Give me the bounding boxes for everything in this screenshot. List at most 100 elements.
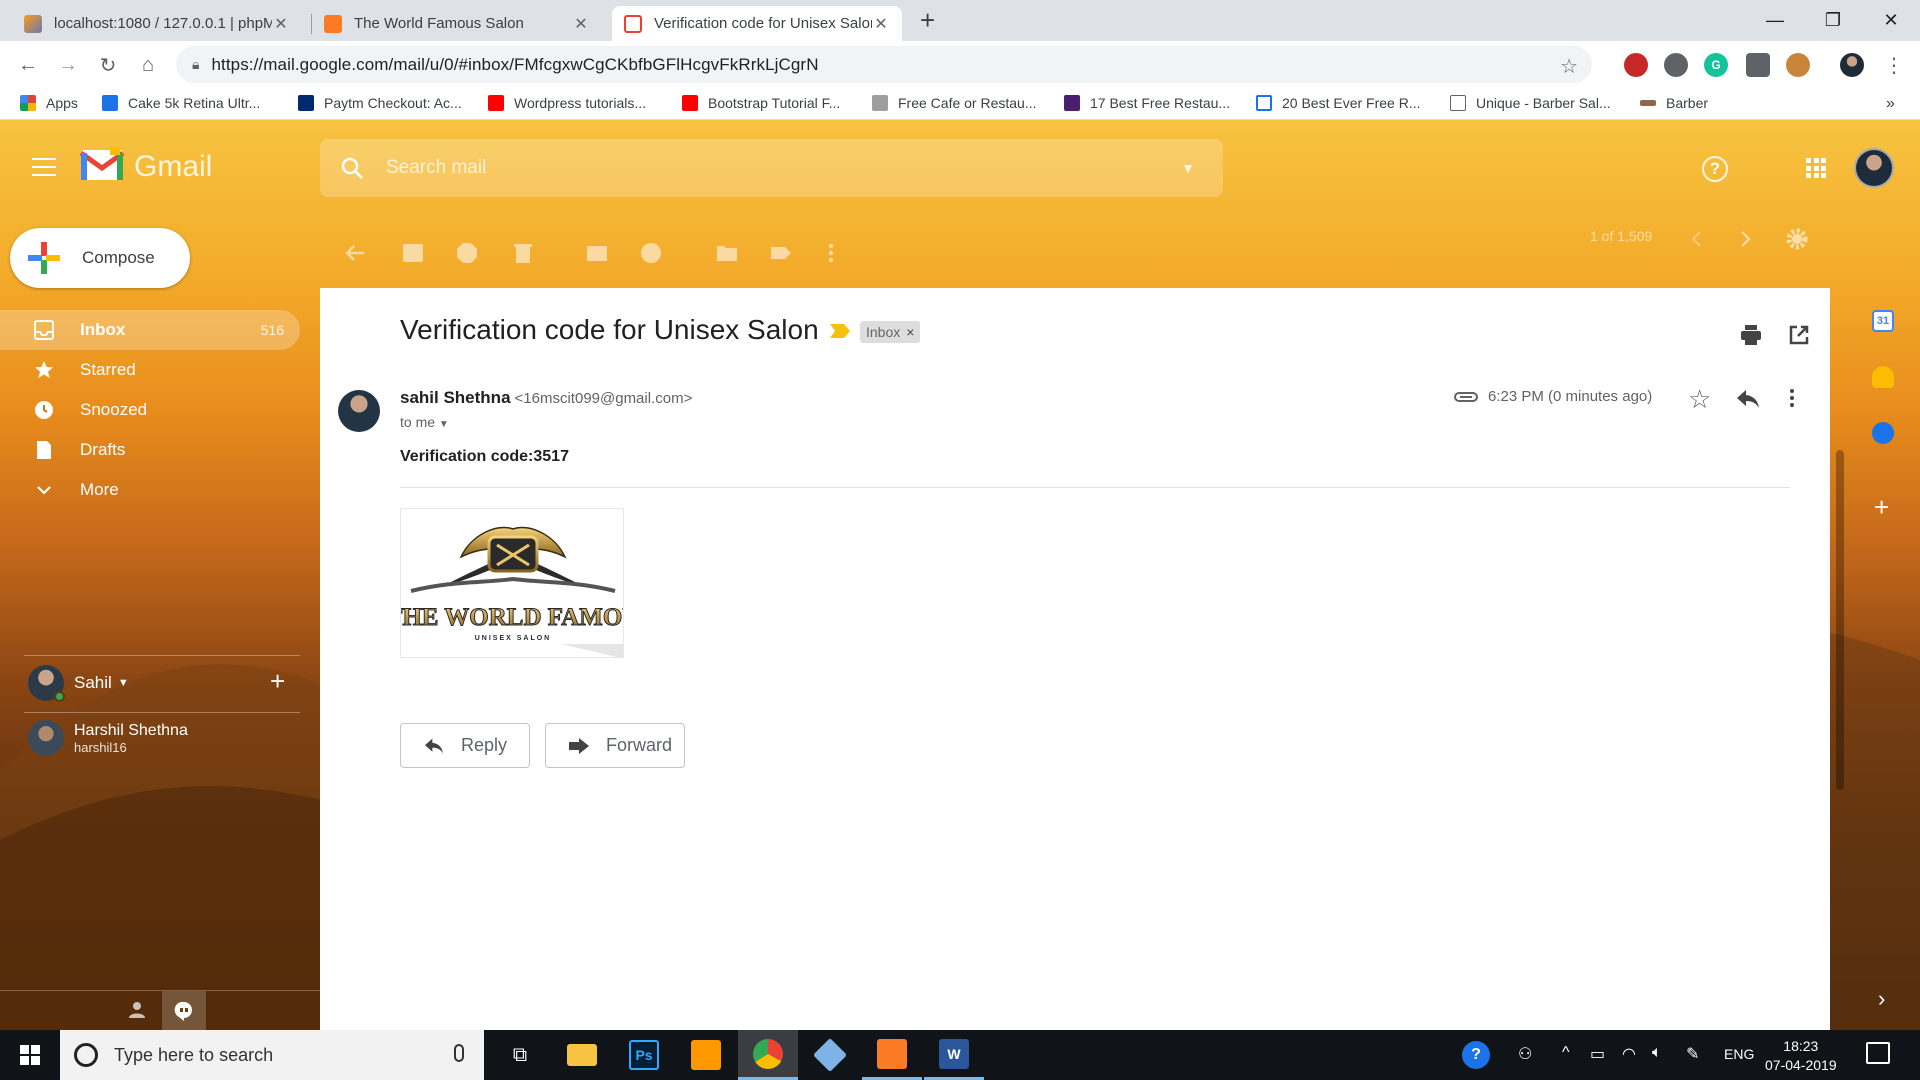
bookmark-apps[interactable]: Apps <box>20 95 78 111</box>
action-center-icon[interactable] <box>1866 1042 1890 1064</box>
bookmark-item[interactable]: Barber <box>1640 95 1708 111</box>
bookmark-item[interactable]: Paytm Checkout: Ac... <box>298 95 462 111</box>
volume-icon[interactable]: 🔈︎ <box>1652 1044 1662 1062</box>
search-input[interactable] <box>386 157 1182 179</box>
taskbar-search-input[interactable] <box>114 1044 434 1066</box>
bookmark-item[interactable]: Free Cafe or Restau... <box>872 95 1037 111</box>
taskbar-search[interactable] <box>60 1030 484 1080</box>
delete-icon[interactable] <box>512 242 534 264</box>
bookmarks-overflow-icon[interactable]: » <box>1886 95 1895 113</box>
tray-overflow-icon[interactable]: ^ <box>1562 1044 1570 1062</box>
chrome-menu-icon[interactable]: ⋮ <box>1880 51 1908 79</box>
label-chip-inbox[interactable]: Inbox × <box>860 321 921 343</box>
tab-world-famous-salon[interactable]: The World Famous Salon ✕ <box>312 6 602 41</box>
settings-gear-icon[interactable] <box>1786 228 1808 250</box>
star-message-icon[interactable]: ☆ <box>1688 384 1711 415</box>
wifi-icon[interactable]: ◠ <box>1622 1044 1636 1064</box>
maximize-button[interactable]: ❐ <box>1804 0 1862 40</box>
sublime-text-icon[interactable] <box>676 1030 736 1080</box>
close-window-button[interactable]: ✕ <box>1862 0 1920 40</box>
nav-starred[interactable]: Starred <box>0 350 300 390</box>
recipient-details[interactable]: to me ▼ <box>400 414 449 430</box>
older-icon[interactable] <box>1740 230 1752 248</box>
xampp-taskbar-icon[interactable] <box>862 1030 922 1080</box>
bookmark-item[interactable]: 20 Best Ever Free R... <box>1256 95 1421 111</box>
grammarly-extension-icon[interactable]: G <box>1704 53 1728 77</box>
label-icon[interactable] <box>770 242 792 264</box>
nav-inbox[interactable]: Inbox 516 <box>0 310 300 350</box>
new-chat-button[interactable]: + <box>270 668 285 694</box>
microphone-icon[interactable] <box>454 1044 464 1062</box>
chrome-profile-avatar[interactable] <box>1840 53 1864 77</box>
hangouts-user[interactable]: Sahil ▼ <box>28 665 129 702</box>
keep-icon[interactable] <box>1872 366 1894 388</box>
shield-extension-icon[interactable] <box>1624 53 1648 77</box>
move-to-icon[interactable] <box>716 242 738 264</box>
importance-marker-icon[interactable] <box>830 324 850 338</box>
more-actions-icon[interactable] <box>828 242 834 264</box>
get-addons-icon[interactable]: + <box>1874 492 1889 523</box>
forward-button[interactable]: → <box>54 51 82 79</box>
mark-unread-icon[interactable] <box>586 242 608 264</box>
attachment-image[interactable]: THE WORLD FAMOU UNISEX SALON <box>400 508 624 658</box>
pen-icon[interactable]: ✎ <box>1686 1044 1699 1064</box>
tasks-icon[interactable] <box>1872 422 1894 444</box>
nav-snoozed[interactable]: Snoozed <box>0 390 300 430</box>
person-icon[interactable] <box>128 1001 146 1019</box>
task-view-icon[interactable]: ⧉ <box>490 1030 550 1080</box>
google-apps-icon[interactable] <box>1806 158 1826 178</box>
back-button[interactable]: ← <box>14 51 42 79</box>
bookmark-item[interactable]: Wordpress tutorials... <box>488 95 646 111</box>
report-spam-icon[interactable] <box>456 242 478 264</box>
compose-button[interactable]: Compose <box>10 228 190 288</box>
reply-button[interactable]: Reply <box>400 723 530 768</box>
bookmark-item[interactable]: Unique - Barber Sal... <box>1450 95 1611 111</box>
windows-start-icon[interactable] <box>20 1045 40 1065</box>
reload-button[interactable]: ↻ <box>94 51 122 79</box>
hangouts-contact[interactable]: Harshil Shethna harshil16 <box>28 720 188 756</box>
extension-icon[interactable] <box>1746 53 1770 77</box>
file-explorer-icon[interactable] <box>552 1030 612 1080</box>
chrome-taskbar-icon[interactable] <box>738 1030 798 1080</box>
bookmark-star-icon[interactable]: ☆ <box>1560 54 1578 79</box>
forward-button[interactable]: Forward <box>545 723 685 768</box>
more-options-icon[interactable] <box>1790 388 1794 408</box>
show-side-panel-icon[interactable]: › <box>1878 986 1885 1012</box>
minimize-button[interactable]: — <box>1746 0 1804 40</box>
search-options-icon[interactable]: ▼ <box>1181 160 1195 176</box>
new-tab-button[interactable]: + <box>920 7 935 33</box>
account-avatar[interactable] <box>1854 148 1894 188</box>
address-bar[interactable]: 🔒︎ https://mail.google.com/mail/u/0/#inb… <box>176 46 1592 83</box>
remove-label-icon[interactable]: × <box>906 324 914 340</box>
print-icon[interactable] <box>1740 324 1762 346</box>
tab-gmail-verification[interactable]: Verification code for Unisex Salon ✕ <box>612 6 902 41</box>
archive-icon[interactable] <box>402 242 424 264</box>
cookie-extension-icon[interactable] <box>1786 53 1810 77</box>
calendar-icon[interactable]: 31 <box>1872 310 1894 332</box>
bookmark-item[interactable]: Cake 5k Retina Ultr... <box>102 95 260 111</box>
main-menu-icon[interactable] <box>32 158 56 176</box>
close-tab-icon[interactable]: ✕ <box>872 14 890 34</box>
close-tab-icon[interactable]: ✕ <box>572 14 590 34</box>
reply-icon[interactable] <box>1736 388 1760 410</box>
word-icon[interactable]: W <box>924 1030 984 1080</box>
message-scrollbar[interactable] <box>1836 450 1844 790</box>
snooze-icon[interactable] <box>640 242 662 264</box>
battery-icon[interactable]: ▭ <box>1590 1044 1605 1064</box>
help-icon[interactable]: ? <box>1702 156 1728 182</box>
eyedropper-extension-icon[interactable] <box>1664 53 1688 77</box>
open-new-window-icon[interactable] <box>1788 324 1810 346</box>
help-tray-icon[interactable]: ? <box>1462 1041 1490 1069</box>
tab-phpmyadmin[interactable]: localhost:1080 / 127.0.0.1 | phpMyAdmin … <box>12 6 302 41</box>
virtualbox-icon[interactable] <box>800 1030 860 1080</box>
bookmark-item[interactable]: 17 Best Free Restau... <box>1064 95 1230 111</box>
photoshop-icon[interactable]: Ps <box>614 1030 674 1080</box>
search-bar[interactable]: ▼ <box>320 139 1223 197</box>
people-icon[interactable]: ⚇ <box>1518 1044 1532 1064</box>
home-button[interactable]: ⌂ <box>134 51 162 79</box>
newer-icon[interactable] <box>1690 230 1702 248</box>
language-indicator[interactable]: ENG <box>1724 1046 1754 1062</box>
bookmark-item[interactable]: Bootstrap Tutorial F... <box>682 95 840 111</box>
back-to-inbox-icon[interactable] <box>344 242 366 264</box>
nav-more[interactable]: More <box>0 470 300 510</box>
